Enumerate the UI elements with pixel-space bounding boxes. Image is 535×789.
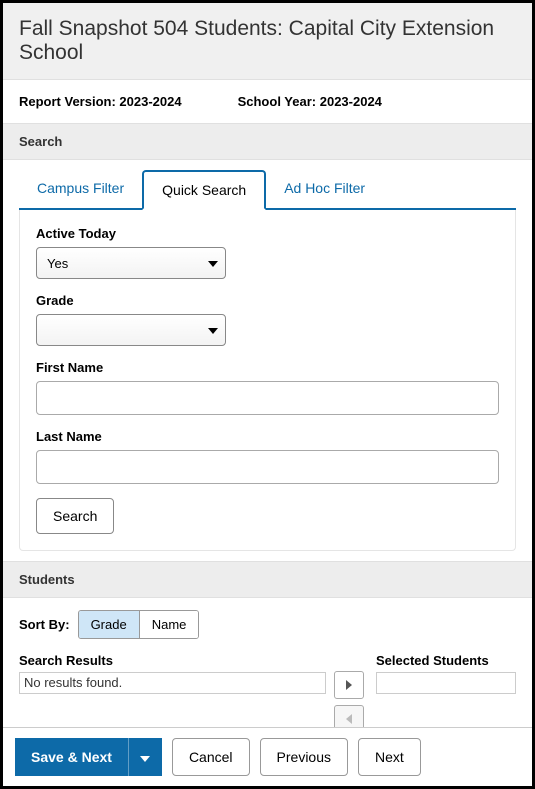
- school-year: School Year: 2023-2024: [238, 94, 382, 109]
- selected-students-col: Selected Students: [376, 653, 516, 733]
- last-name-group: Last Name: [36, 429, 499, 484]
- report-version: Report Version: 2023-2024: [19, 94, 182, 109]
- sort-by-label: Sort By:: [19, 617, 70, 632]
- last-name-label: Last Name: [36, 429, 499, 444]
- students-panel: Sort By: Grade Name Search Results No re…: [3, 598, 532, 745]
- search-results-col: Search Results No results found.: [19, 653, 326, 733]
- search-results-heading: Search Results: [19, 653, 326, 668]
- move-arrows-col: [334, 671, 368, 733]
- sort-row: Sort By: Grade Name: [19, 610, 516, 639]
- school-year-label: School Year:: [238, 94, 317, 109]
- tab-ad-hoc-filter[interactable]: Ad Hoc Filter: [266, 170, 383, 208]
- selected-students-box[interactable]: [376, 672, 516, 694]
- grade-select-wrap: [36, 314, 226, 346]
- chevron-left-icon: [345, 712, 353, 727]
- search-section-header: Search: [3, 123, 532, 160]
- selected-students-heading: Selected Students: [376, 653, 516, 668]
- last-name-input[interactable]: [36, 450, 499, 484]
- report-version-label: Report Version:: [19, 94, 116, 109]
- save-next-dropdown-button[interactable]: [128, 738, 162, 776]
- school-year-value: 2023-2024: [320, 94, 382, 109]
- sort-toggle-group: Grade Name: [78, 610, 200, 639]
- first-name-label: First Name: [36, 360, 499, 375]
- page-title: Fall Snapshot 504 Students: Capital City…: [19, 17, 516, 65]
- active-today-group: Active Today Yes: [36, 226, 499, 279]
- caret-down-icon: [140, 750, 150, 765]
- quick-search-panel: Active Today Yes Grade First Name Last N…: [19, 210, 516, 551]
- report-version-value: 2023-2024: [119, 94, 181, 109]
- chevron-right-icon: [345, 678, 353, 693]
- active-today-label: Active Today: [36, 226, 499, 241]
- first-name-input[interactable]: [36, 381, 499, 415]
- results-row: Search Results No results found. Selecte…: [19, 653, 516, 733]
- save-next-split-button: Save & Next: [15, 738, 162, 776]
- page-header: Fall Snapshot 504 Students: Capital City…: [3, 3, 532, 80]
- tab-campus-filter[interactable]: Campus Filter: [19, 170, 142, 208]
- sort-name-button[interactable]: Name: [140, 611, 199, 638]
- footer-bar: Save & Next Cancel Previous Next: [3, 727, 532, 786]
- report-meta: Report Version: 2023-2024 School Year: 2…: [3, 80, 532, 123]
- next-button[interactable]: Next: [358, 738, 421, 776]
- no-results-text: No results found.: [24, 675, 122, 690]
- grade-group: Grade: [36, 293, 499, 346]
- grade-select[interactable]: [36, 314, 226, 346]
- first-name-group: First Name: [36, 360, 499, 415]
- save-next-button[interactable]: Save & Next: [15, 738, 128, 776]
- active-today-select[interactable]: Yes: [36, 247, 226, 279]
- tabs-container: Campus Filter Quick Search Ad Hoc Filter: [3, 160, 532, 210]
- tab-quick-search[interactable]: Quick Search: [142, 170, 266, 210]
- cancel-button[interactable]: Cancel: [172, 738, 250, 776]
- previous-button[interactable]: Previous: [260, 738, 348, 776]
- move-right-button[interactable]: [334, 671, 364, 699]
- search-tabs: Campus Filter Quick Search Ad Hoc Filter: [19, 170, 516, 210]
- sort-grade-button[interactable]: Grade: [79, 611, 140, 638]
- search-results-box[interactable]: No results found.: [19, 672, 326, 694]
- students-section-header: Students: [3, 561, 532, 598]
- active-today-select-wrap: Yes: [36, 247, 226, 279]
- search-button[interactable]: Search: [36, 498, 114, 534]
- grade-label: Grade: [36, 293, 499, 308]
